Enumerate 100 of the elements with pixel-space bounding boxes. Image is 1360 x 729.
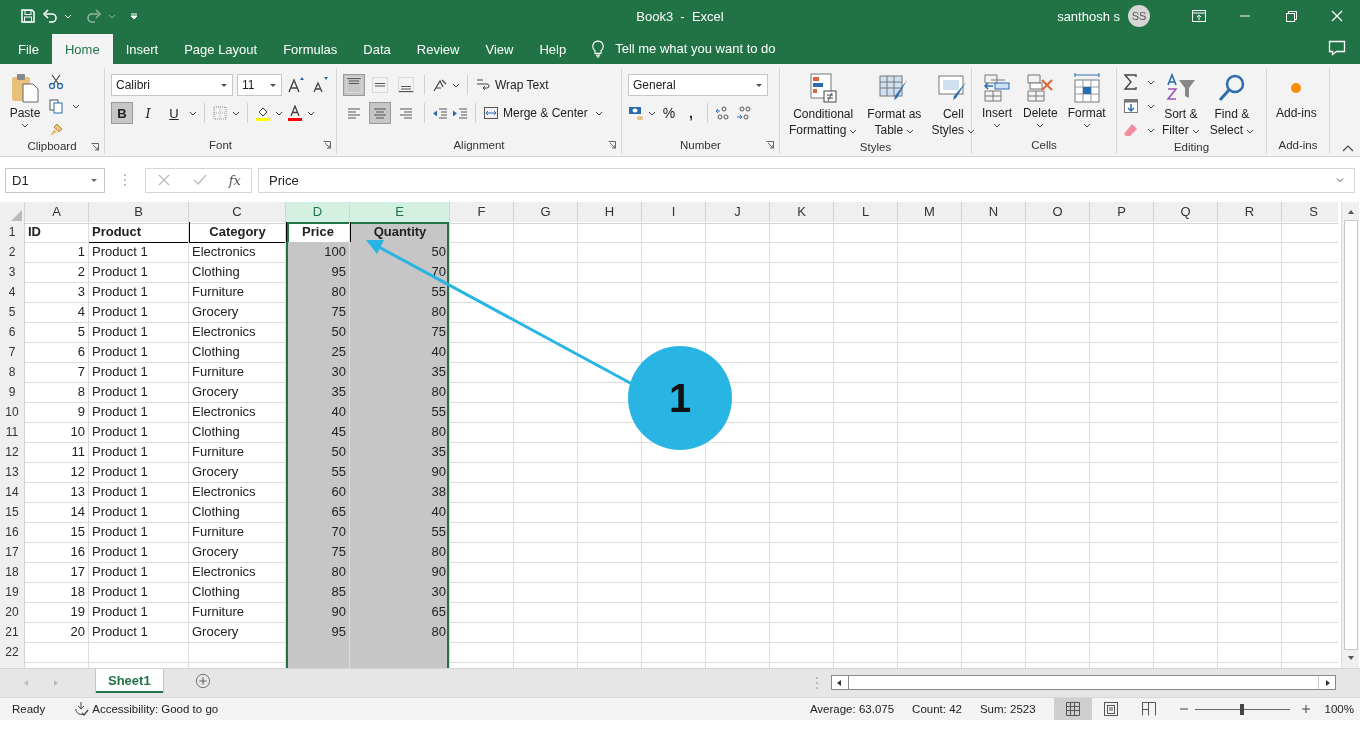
styles-button[interactable]: Cell Styles bbox=[928, 70, 979, 140]
caret-icon[interactable] bbox=[232, 109, 240, 117]
undo-icon[interactable] bbox=[42, 8, 58, 24]
row-header[interactable]: 15 bbox=[0, 502, 25, 523]
row-header[interactable]: 11 bbox=[0, 422, 25, 443]
caret-icon[interactable] bbox=[72, 102, 80, 110]
row-header[interactable]: 17 bbox=[0, 542, 25, 563]
ribbon-tab[interactable]: Page Layout bbox=[171, 34, 271, 64]
lightbulb-icon[interactable] bbox=[591, 40, 606, 58]
vertical-align-button[interactable] bbox=[343, 74, 365, 96]
vertical-scrollbar[interactable] bbox=[1341, 202, 1359, 668]
name-box[interactable]: D1 bbox=[5, 167, 105, 193]
merge-center-button[interactable]: Merge & Center bbox=[483, 102, 603, 124]
sheet-tab[interactable]: Sheet1 bbox=[96, 669, 163, 693]
ribbon-tab[interactable]: Insert bbox=[112, 34, 172, 64]
column-header[interactable]: K bbox=[770, 202, 834, 224]
column-header[interactable]: P bbox=[1090, 202, 1154, 224]
caret-icon[interactable] bbox=[648, 109, 656, 117]
column-header[interactable]: B bbox=[89, 202, 189, 224]
decrease-decimal-icon[interactable] bbox=[735, 105, 751, 121]
font-style-button[interactable]: B bbox=[111, 102, 133, 124]
column-header[interactable]: G bbox=[514, 202, 578, 224]
scroll-right-icon[interactable] bbox=[1323, 678, 1332, 687]
font-size-dropdown[interactable]: 11 bbox=[237, 74, 282, 96]
column-header[interactable]: I bbox=[642, 202, 706, 224]
slider-thumb[interactable] bbox=[1240, 703, 1245, 715]
dialog-launcher-icon[interactable] bbox=[323, 141, 331, 149]
wrap-text-button[interactable]: Wrap Text bbox=[475, 74, 549, 96]
caret-icon[interactable] bbox=[275, 109, 283, 117]
caret-icon[interactable] bbox=[1147, 78, 1155, 86]
zoom-in-icon[interactable] bbox=[1301, 705, 1310, 713]
row-header[interactable]: 22 bbox=[0, 642, 25, 663]
customize-icon[interactable] bbox=[130, 12, 138, 20]
ribbon-tab[interactable]: Data bbox=[350, 34, 404, 64]
styles-button[interactable]: Conditional Formatting bbox=[786, 70, 861, 140]
column-header[interactable]: F bbox=[450, 202, 514, 224]
dialog-launcher-icon[interactable] bbox=[608, 141, 616, 149]
row-header[interactable]: 8 bbox=[0, 362, 25, 383]
insert-function-button[interactable]: fx bbox=[228, 172, 241, 188]
column-header[interactable]: E bbox=[350, 202, 450, 224]
add-ins-button[interactable]: Add-ins bbox=[1273, 70, 1320, 123]
dialog-launcher-icon[interactable] bbox=[766, 141, 774, 149]
fill-down-icon[interactable] bbox=[1123, 98, 1139, 114]
row-header[interactable]: 3 bbox=[0, 262, 25, 283]
row-header[interactable]: 20 bbox=[0, 602, 25, 623]
row-header[interactable]: 10 bbox=[0, 402, 25, 423]
accessibility-status[interactable]: Accessibility: Good to go bbox=[92, 703, 219, 715]
percent-style-button[interactable]: % bbox=[660, 102, 678, 124]
fill-color-icon[interactable] bbox=[255, 105, 271, 121]
scissors-icon[interactable] bbox=[48, 74, 64, 90]
row-header[interactable]: 13 bbox=[0, 462, 25, 483]
increase-decimal-icon[interactable] bbox=[715, 105, 731, 121]
view-button[interactable] bbox=[1053, 698, 1092, 720]
dialog-launcher-icon[interactable] bbox=[91, 143, 99, 151]
font-color-icon[interactable] bbox=[287, 105, 303, 121]
column-header[interactable]: N bbox=[962, 202, 1026, 224]
column-header[interactable]: D bbox=[286, 202, 350, 224]
accessibility-icon[interactable] bbox=[73, 701, 90, 717]
row-header[interactable]: 16 bbox=[0, 522, 25, 543]
scroll-thumb[interactable] bbox=[1343, 220, 1358, 650]
ribbon-tab[interactable]: Formulas bbox=[270, 34, 351, 64]
vertical-align-button[interactable] bbox=[369, 74, 391, 96]
row-header[interactable]: 9 bbox=[0, 382, 25, 403]
add-sheet-icon[interactable] bbox=[194, 673, 211, 689]
row-header[interactable]: 12 bbox=[0, 442, 25, 463]
user-avatar[interactable]: SS bbox=[1128, 5, 1150, 27]
shrink-font-icon[interactable] bbox=[310, 75, 330, 95]
paintbrush-icon[interactable] bbox=[48, 122, 64, 138]
scroll-thumb[interactable] bbox=[847, 676, 1319, 689]
cells-button[interactable]: Format bbox=[1064, 70, 1109, 131]
font-style-button[interactable]: U bbox=[163, 102, 185, 124]
number-format-dropdown[interactable]: General bbox=[628, 74, 768, 96]
increase-indent-icon[interactable] bbox=[452, 105, 468, 121]
row-header[interactable]: 21 bbox=[0, 622, 25, 643]
restore-icon[interactable] bbox=[1283, 8, 1299, 24]
row-header[interactable]: 5 bbox=[0, 302, 25, 323]
drag-handle-icon[interactable] bbox=[814, 676, 819, 690]
caret-icon[interactable] bbox=[452, 81, 460, 89]
caret-icon[interactable] bbox=[1147, 126, 1155, 134]
scroll-down-icon[interactable] bbox=[1346, 654, 1355, 662]
caret-icon[interactable] bbox=[1147, 102, 1155, 110]
paste-button[interactable]: Paste bbox=[6, 70, 44, 131]
column-header[interactable]: A bbox=[25, 202, 89, 224]
ribbon-tab[interactable]: File bbox=[5, 34, 52, 64]
caret-icon[interactable] bbox=[307, 109, 315, 117]
font-name-dropdown[interactable]: Calibri bbox=[111, 74, 233, 96]
grow-font-icon[interactable] bbox=[286, 75, 306, 95]
ribbon-tab[interactable]: Help bbox=[526, 34, 580, 64]
cells-button[interactable]: Delete bbox=[1020, 70, 1061, 131]
copy-icon[interactable] bbox=[48, 98, 64, 114]
redo-icon[interactable] bbox=[86, 8, 102, 24]
column-header[interactable]: O bbox=[1026, 202, 1090, 224]
tell-me-search[interactable]: Tell me what you want to do bbox=[615, 34, 776, 64]
column-header[interactable]: L bbox=[834, 202, 898, 224]
comment-icon[interactable] bbox=[1328, 40, 1346, 56]
column-header[interactable]: Q bbox=[1154, 202, 1218, 224]
comma-style-button[interactable]: , bbox=[682, 102, 700, 124]
editing-button[interactable]: Find & Select bbox=[1206, 70, 1258, 140]
scroll-up-icon[interactable] bbox=[1346, 208, 1355, 216]
cells-button[interactable]: Insert bbox=[978, 70, 1016, 131]
